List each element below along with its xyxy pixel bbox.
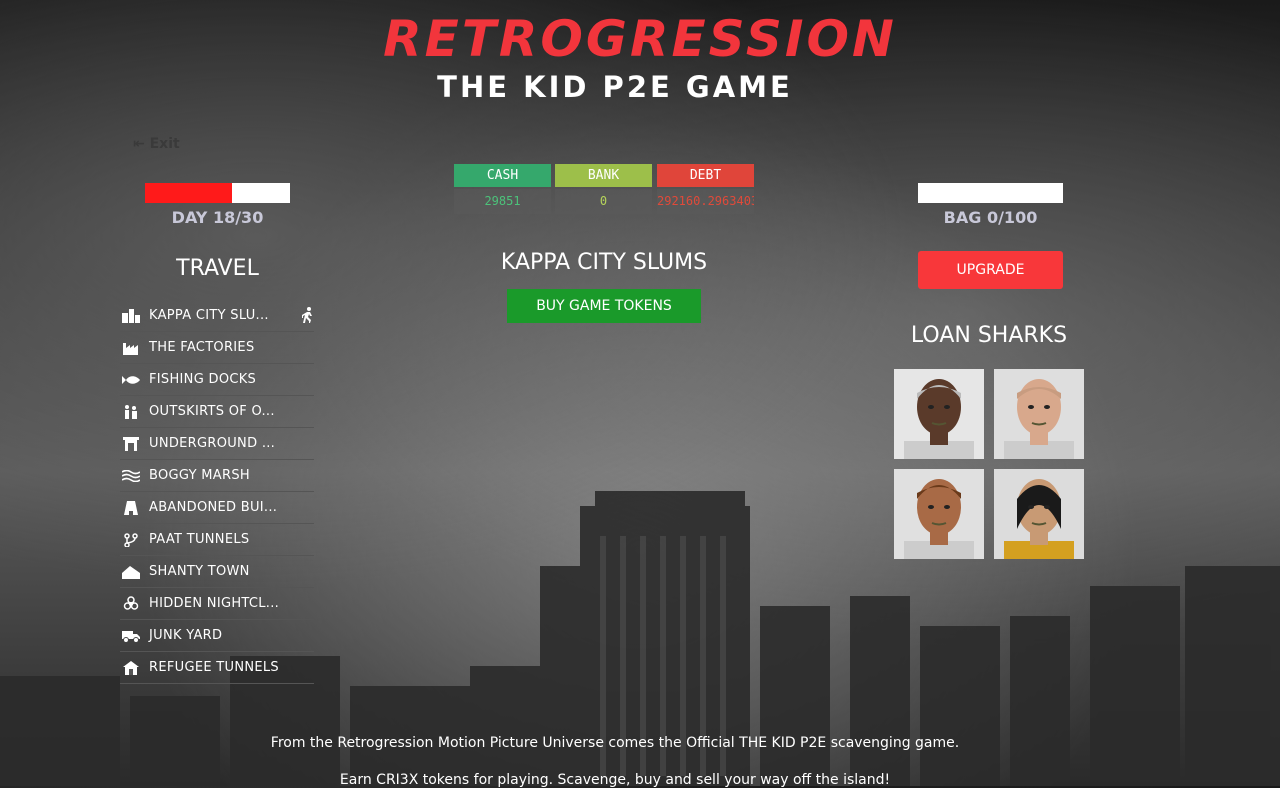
cash-label: CASH [454,164,551,187]
debt-stat: DEBT 292160.29634030б2 [657,164,754,214]
travel-item[interactable]: JUNK YARD [120,620,314,652]
fish-icon [122,373,140,387]
bank-label: BANK [555,164,652,187]
travel-item-label: KAPPA CITY SLU... [149,308,269,323]
building-icon [122,500,140,515]
walking-person-icon [302,307,314,327]
travel-item[interactable]: REFUGEE TUNNELS [120,652,314,684]
curly-hair-man-portrait[interactable] [894,469,984,559]
long-hair-man-portrait[interactable] [994,469,1084,559]
travel-item-label: ABANDONED BUI... [149,500,278,515]
travel-item-label: SHANTY TOWN [149,564,250,579]
day-counter: DAY 18/30 [171,208,264,227]
people-icon [122,404,140,419]
travel-item[interactable]: HIDDEN NIGHTCL... [120,588,314,620]
bald-man-portrait[interactable] [994,369,1084,459]
buy-game-tokens-button[interactable]: BUY GAME TOKENS [507,289,701,323]
bank-value: 0 [555,189,652,214]
house-icon [122,565,140,579]
debt-value: 292160.29634030б2 [657,189,754,214]
travel-item[interactable]: SHANTY TOWN [120,556,314,588]
gate-icon [122,436,140,451]
old-man-portrait[interactable] [894,369,984,459]
travel-item-label: BOGGY MARSH [149,468,250,483]
water-icon [122,469,140,483]
travel-item[interactable]: BOGGY MARSH [120,460,314,492]
travel-item-label: HIDDEN NIGHTCL... [149,596,280,611]
debt-label: DEBT [657,164,754,187]
travel-item[interactable]: OUTSKIRTS OF O... [120,396,314,428]
travel-list: KAPPA CITY SLU... THE FACTORIES FISHING DO… [120,300,314,684]
fork-icon [122,532,140,547]
travel-item-label: OUTSKIRTS OF O... [149,404,275,419]
bank-stat: BANK 0 [555,164,652,214]
biohazard-icon [122,595,140,611]
travel-item-label: FISHING DOCKS [149,372,257,387]
travel-item-label: REFUGEE TUNNELS [149,660,279,675]
travel-item[interactable]: UNDERGROUND ... [120,428,314,460]
travel-item-label: UNDERGROUND ... [149,436,276,451]
travel-item[interactable]: THE FACTORIES [120,332,314,364]
day-progress-fill [145,183,232,203]
tent-icon [122,660,140,675]
loan-sharks-title: LOAN SHARKS [910,323,1068,348]
travel-item-label: JUNK YARD [149,628,223,643]
current-location: KAPPA CITY SLUMS [500,250,708,275]
exit-label: Exit [149,136,180,152]
day-progress-bar [145,183,290,203]
cash-value: 29851 [454,189,551,214]
travel-item-label: PAAT TUNNELS [149,532,250,547]
travel-title: TRAVEL [176,256,259,281]
factory-icon [122,341,140,355]
footer-line-1: From the Retrogression Motion Picture Un… [270,735,960,751]
travel-item[interactable]: FISHING DOCKS [120,364,314,396]
bag-counter: BAG 0/100 [943,208,1038,227]
travel-item[interactable]: KAPPA CITY SLU... [120,300,314,332]
travel-item[interactable]: PAAT TUNNELS [120,524,314,556]
city-icon [122,308,140,323]
bag-capacity-bar [918,183,1063,203]
travel-item-label: THE FACTORIES [149,340,255,355]
exit-icon: ⇤ [133,136,145,152]
travel-item[interactable]: ABANDONED BUI... [120,492,314,524]
upgrade-button[interactable]: UPGRADE [918,251,1063,289]
truck-icon [122,629,140,643]
exit-button[interactable]: ⇤ Exit [133,136,180,152]
game-subtitle: THE KID P2E GAME [437,70,793,104]
cash-stat: CASH 29851 [454,164,551,214]
game-logo: RETROGRESSION [383,10,897,68]
